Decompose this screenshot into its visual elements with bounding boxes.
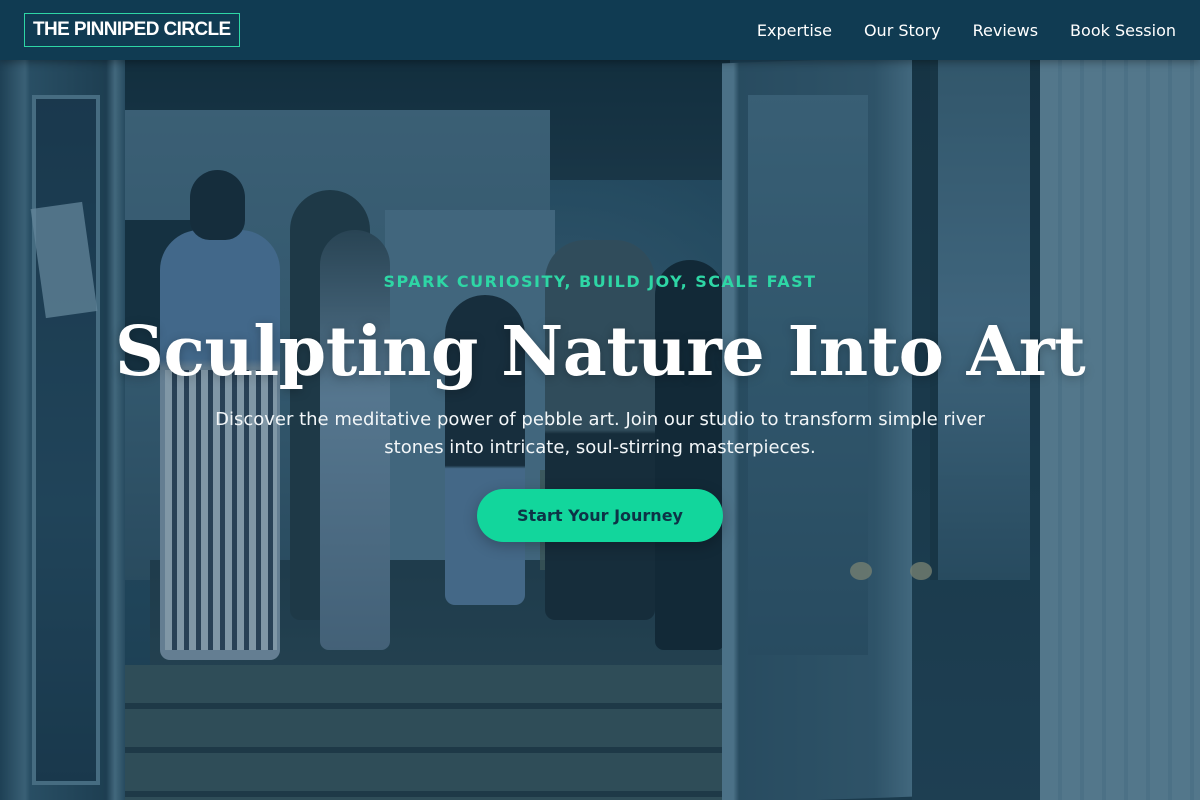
nav-link-expertise[interactable]: Expertise bbox=[757, 21, 832, 40]
hero-content: SPARK CURIOSITY, BUILD JOY, SCALE FAST S… bbox=[0, 0, 1200, 800]
hero-eyebrow: SPARK CURIOSITY, BUILD JOY, SCALE FAST bbox=[383, 272, 817, 291]
hero-section: SPARK CURIOSITY, BUILD JOY, SCALE FAST S… bbox=[0, 0, 1200, 800]
hero-headline: Sculpting Nature Into Art bbox=[114, 312, 1086, 392]
nav-link-book-session[interactable]: Book Session bbox=[1070, 21, 1176, 40]
top-nav: THE PINNIPED CIRCLE Expertise Our Story … bbox=[0, 0, 1200, 60]
start-journey-button[interactable]: Start Your Journey bbox=[477, 489, 723, 542]
hero-subhead: Discover the meditative power of pebble … bbox=[215, 409, 985, 458]
nav-links: Expertise Our Story Reviews Book Session bbox=[757, 21, 1176, 40]
nav-link-our-story[interactable]: Our Story bbox=[864, 21, 941, 40]
nav-link-reviews[interactable]: Reviews bbox=[973, 21, 1038, 40]
brand-logo[interactable]: THE PINNIPED CIRCLE bbox=[24, 13, 240, 47]
